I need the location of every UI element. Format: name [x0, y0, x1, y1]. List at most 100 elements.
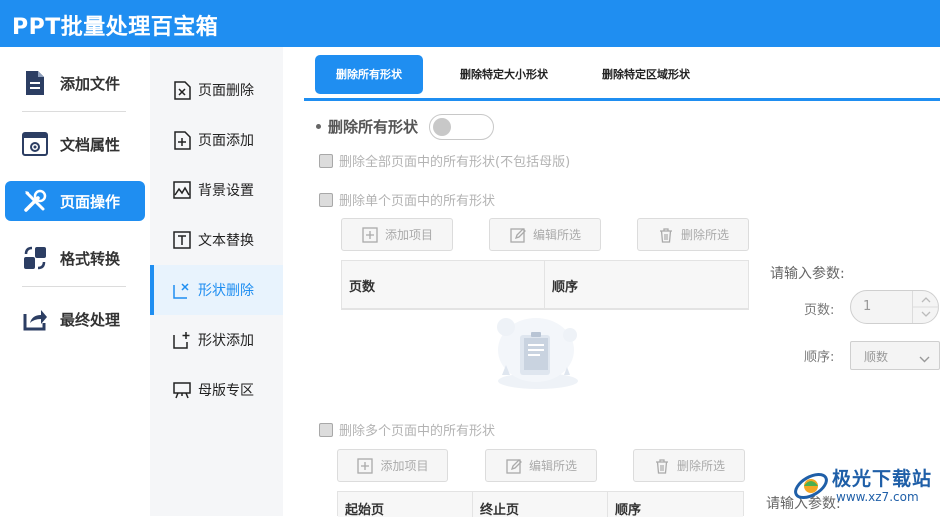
edit-selected-button[interactable]: 编辑所选 [489, 218, 601, 251]
table-header: 起始页 终止页 顺序 [338, 492, 743, 517]
subnav-item-background[interactable]: 背景设置 [150, 165, 283, 215]
sidebar-item-label: 格式转换 [60, 249, 121, 268]
tab-delete-size-shapes[interactable]: 删除特定大小形状 [454, 55, 554, 94]
option-title-text: 删除所有形状 [328, 118, 419, 136]
trash-icon [657, 226, 675, 244]
checkbox-delete-all-pages[interactable]: 删除全部页面中的所有形状(不包括母版) [319, 151, 570, 170]
stepper-arrows[interactable] [912, 291, 939, 323]
bullet-dot [316, 124, 321, 129]
shape-delete-icon [172, 280, 192, 300]
divider [22, 111, 126, 112]
subnav-item-label: 页面删除 [198, 83, 254, 99]
share-icon [20, 304, 50, 334]
add-item-button[interactable]: 添加项目 [341, 218, 453, 251]
text-icon [172, 230, 192, 250]
order-select[interactable]: 顺数 [850, 341, 940, 370]
trash-icon [653, 457, 671, 475]
subnav-item-master[interactable]: 母版专区 [150, 365, 283, 415]
column-header-order: 顺序 [552, 279, 579, 295]
file-icon [20, 68, 50, 98]
edit-selected-button-2[interactable]: 编辑所选 [485, 449, 597, 482]
stepper-value: 1 [863, 299, 872, 314]
column-header-end-page: 终止页 [473, 492, 608, 517]
app-header: PPT批量处理百宝箱 [0, 0, 940, 47]
sidebar-item-label: 页面操作 [60, 192, 121, 211]
tab-underline [304, 98, 940, 101]
page-delete-icon [172, 80, 192, 100]
option-title: 删除所有形状 [316, 116, 418, 137]
shape-add-icon [172, 330, 192, 350]
subnav-item-label: 母版专区 [198, 383, 254, 399]
button-label: 删除所选 [676, 459, 725, 473]
sidebar-item-final-process[interactable]: 最终处理 [5, 299, 145, 339]
subnav-item-label: 页面添加 [198, 133, 254, 149]
watermark-url: www.xz7.com [836, 490, 919, 504]
column-header-pages: 页数 [342, 261, 545, 309]
multi-page-table: 起始页 终止页 顺序 [337, 491, 744, 517]
easel-icon [172, 380, 192, 400]
select-value: 顺数 [864, 350, 889, 364]
sidebar-item-add-file[interactable]: 添加文件 [5, 63, 145, 103]
tab-delete-area-shapes[interactable]: 删除特定区域形状 [596, 55, 696, 94]
checkbox-box[interactable] [319, 422, 333, 437]
subnav-item-label: 形状删除 [198, 283, 254, 299]
sidebar-item-format-convert[interactable]: 格式转换 [5, 238, 145, 278]
subnav-item-page-delete[interactable]: 页面删除 [150, 65, 283, 115]
button-label: 编辑所选 [532, 228, 581, 242]
subnav-item-label: 形状添加 [198, 333, 254, 349]
table-header: 页数 顺序 [342, 261, 748, 309]
app-title: PPT批量处理百宝箱 [12, 15, 219, 40]
tab-bar: 删除所有形状 删除特定大小形状 删除特定区域形状 [304, 47, 940, 101]
add-item-button-2[interactable]: 添加项目 [337, 449, 448, 482]
button-label: 添加项目 [380, 459, 429, 473]
toggle-switch[interactable] [429, 114, 494, 140]
sidebar-item-label: 添加文件 [60, 74, 121, 93]
button-label: 删除所选 [680, 228, 729, 242]
subnav-item-shape-add[interactable]: 形状添加 [150, 315, 283, 365]
plus-square-icon [356, 457, 374, 475]
subnav-item-text-replace[interactable]: 文本替换 [150, 215, 283, 265]
subnav-item-page-add[interactable]: 页面添加 [150, 115, 283, 165]
checkbox-label: 删除全部页面中的所有形状(不包括母版) [339, 155, 571, 170]
settings-window-icon [20, 129, 50, 159]
image-icon [172, 180, 192, 200]
plus-square-icon [361, 226, 379, 244]
sidebar-item-page-ops[interactable]: 页面操作 [5, 181, 145, 221]
subnav-item-label: 背景设置 [198, 183, 254, 199]
tab-delete-all-shapes[interactable]: 删除所有形状 [315, 55, 423, 94]
watermark-text: 极光下载站 [832, 468, 933, 490]
page-count-stepper[interactable]: 1 [850, 290, 939, 324]
sidebar-item-label: 最终处理 [60, 310, 121, 329]
delete-selected-button-2[interactable]: 删除所选 [633, 449, 745, 482]
watermark-logo: 极光下载站 www.xz7.com [790, 462, 940, 516]
order-label: 顺序: [804, 350, 835, 365]
tools-icon [20, 186, 50, 216]
subnav-item-label: 文本替换 [198, 233, 254, 249]
column-header-start-page: 起始页 [338, 492, 473, 517]
button-label: 添加项目 [384, 228, 433, 242]
sidebar-item-label: 文档属性 [60, 135, 121, 154]
empty-state-illustration [480, 305, 590, 400]
checkbox-delete-single-page[interactable]: 删除单个页面中的所有形状 [319, 190, 495, 209]
params-title: 请输入参数: [770, 266, 845, 282]
column-header-order: 顺序 [615, 503, 642, 517]
divider [22, 286, 126, 287]
checkbox-delete-multi-pages[interactable]: 删除多个页面中的所有形状 [319, 420, 495, 439]
page-add-icon [172, 130, 192, 150]
page-count-label: 页数: [804, 303, 835, 318]
checkbox-label: 删除单个页面中的所有形状 [339, 194, 496, 209]
button-label: 编辑所选 [528, 459, 577, 473]
sub-sidebar: 页面删除 页面添加 背景设置 文本替换 形状删除 形状添加 母版专区 [150, 47, 283, 516]
edit-icon [509, 226, 527, 244]
main-sidebar: 添加文件 文档属性 页面操作 格式转换 最终处理 [0, 47, 150, 516]
checkbox-box[interactable] [319, 192, 333, 207]
delete-selected-button[interactable]: 删除所选 [637, 218, 749, 251]
sidebar-item-doc-properties[interactable]: 文档属性 [5, 124, 145, 164]
chevron-down-icon [919, 350, 930, 369]
edit-icon [505, 457, 523, 475]
toggle-knob [433, 118, 451, 136]
convert-icon [20, 243, 50, 273]
single-page-table: 页数 顺序 [341, 260, 749, 310]
checkbox-box[interactable] [319, 153, 333, 168]
subnav-item-shape-delete[interactable]: 形状删除 [150, 265, 283, 315]
